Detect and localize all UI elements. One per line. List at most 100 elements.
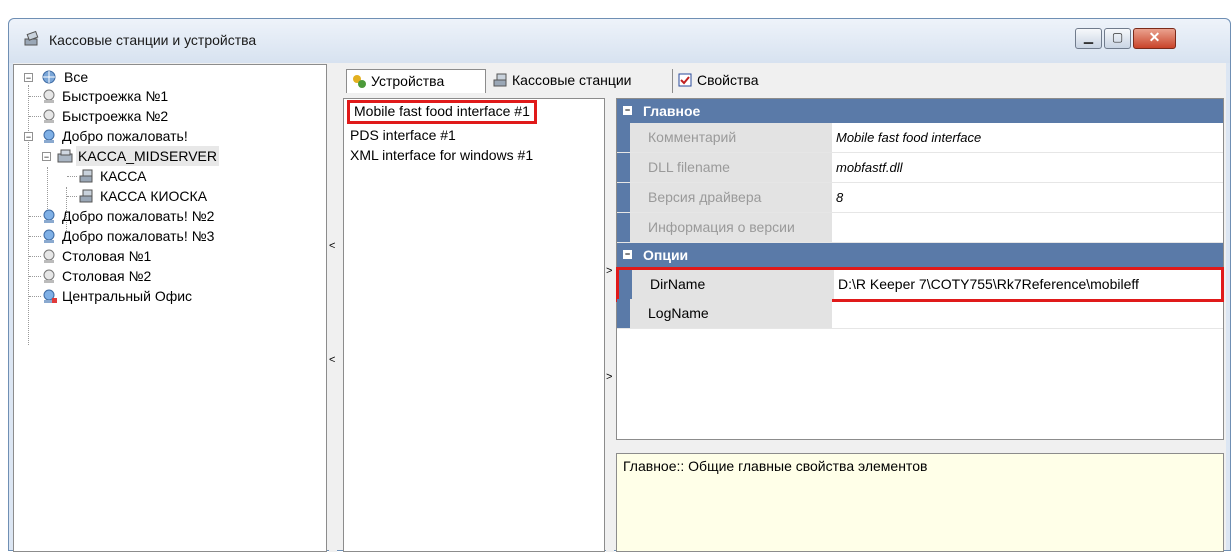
maximize-icon: ▢ — [1111, 30, 1124, 44]
maximize-button[interactable]: ▢ — [1104, 28, 1131, 49]
station-blue-icon — [43, 229, 55, 243]
collapse-toggle[interactable]: − — [42, 152, 51, 162]
collapse-toggle[interactable]: − — [24, 73, 33, 83]
tree-line — [29, 96, 41, 97]
row-gutter — [617, 183, 630, 212]
category-options[interactable]: − Опции — [617, 243, 1223, 267]
tree-line — [47, 167, 48, 213]
property-grid[interactable]: − Главное Комментарий Mobile fast food i… — [616, 98, 1224, 440]
row-gutter — [619, 270, 632, 299]
property-name: DirName — [632, 270, 834, 299]
tab-label: Свойства — [697, 72, 759, 88]
property-row[interactable]: Информация о версии — [617, 213, 1223, 243]
tree-item-label: КАССА КИОСКА — [100, 188, 208, 204]
globe-icon — [42, 70, 56, 84]
property-name: Версия драйвера — [630, 183, 832, 212]
tree-line — [29, 116, 41, 117]
collapse-toggle[interactable]: − — [623, 250, 632, 259]
cash-register-icon — [79, 189, 93, 203]
station-icon — [43, 89, 55, 103]
row-gutter — [617, 123, 630, 152]
property-value[interactable]: mobfastf.dll — [832, 153, 1223, 182]
tree-item-label: Центральный Офис — [62, 288, 193, 304]
expand-right-icon[interactable]: > — [606, 265, 612, 277]
tree-item-label: Добро пожаловать! — [62, 128, 188, 144]
close-icon: ✕ — [1148, 29, 1161, 45]
tab-label: Устройства — [371, 73, 445, 89]
row-gutter — [617, 299, 630, 328]
expand-right-icon[interactable]: > — [606, 371, 612, 383]
tab-properties[interactable]: Свойства — [672, 69, 792, 93]
property-value[interactable]: Mobile fast food interface — [832, 123, 1223, 152]
property-row[interactable]: DirName D:\R Keeper 7\COTY755\Rk7Referen… — [616, 267, 1224, 302]
middle-splitter[interactable]: > > — [606, 98, 614, 552]
collapse-toggle[interactable]: − — [623, 106, 632, 115]
tree-line — [29, 296, 41, 297]
cash-register-icon — [24, 30, 39, 46]
tree-item-label: Все — [64, 69, 89, 85]
property-name: Информация о версии — [630, 213, 832, 242]
property-row[interactable]: LogName — [617, 299, 1223, 329]
property-value[interactable] — [832, 213, 1223, 242]
tree-line — [29, 236, 41, 237]
list-item[interactable]: XML interface for windows #1 — [350, 146, 533, 164]
minimize-icon: ▁ — [1083, 30, 1094, 44]
tree-line — [67, 176, 77, 177]
tab-devices[interactable]: Устройства — [346, 69, 486, 93]
station-blue-icon — [43, 129, 55, 143]
tree-line — [29, 276, 41, 277]
category-main[interactable]: − Главное — [617, 99, 1223, 123]
property-row[interactable]: Версия драйвера 8 — [617, 183, 1223, 213]
server-icon — [57, 149, 73, 163]
property-name: Комментарий — [630, 123, 832, 152]
station-icon — [43, 249, 55, 263]
office-icon — [43, 289, 57, 303]
tree-item-label: KACCA_MIDSERVER — [76, 146, 220, 166]
tab-label: Кассовые станции — [512, 72, 632, 88]
device-list[interactable]: Mobile fast food interface #1 PDS interf… — [343, 98, 605, 552]
property-name: DLL filename — [630, 153, 832, 182]
property-value[interactable]: 8 — [832, 183, 1223, 212]
row-gutter — [617, 213, 630, 242]
property-row[interactable]: DLL filename mobfastf.dll — [617, 153, 1223, 183]
tree-line — [29, 216, 41, 217]
title-bar[interactable]: Кассовые станции и устройства ▁ ▢ ✕ — [9, 19, 1230, 63]
tree-item-label: Добро пожаловать! №2 — [62, 208, 215, 224]
property-name: LogName — [630, 299, 832, 328]
property-row[interactable]: Комментарий Mobile fast food interface — [617, 123, 1223, 153]
devices-icon — [353, 75, 366, 88]
tree-item-label: Столовая №1 — [62, 248, 152, 264]
station-blue-icon — [43, 209, 55, 223]
list-item[interactable]: Mobile fast food interface #1 — [347, 100, 537, 124]
collapse-toggle[interactable]: − — [24, 132, 33, 142]
property-value[interactable] — [832, 299, 1223, 328]
tree-item-label: Быстроежка №2 — [62, 108, 169, 124]
window-title: Кассовые станции и устройства — [49, 32, 257, 48]
cash-register-icon — [493, 73, 507, 87]
tree-item-label: Столовая №2 — [62, 268, 152, 284]
tree-line — [29, 256, 41, 257]
tree-line — [28, 85, 29, 345]
collapse-left-icon[interactable]: < — [329, 354, 335, 366]
cash-register-icon — [79, 169, 93, 183]
tree-line — [67, 196, 77, 197]
left-splitter[interactable]: < < — [329, 64, 337, 552]
tree-item-label: Быстроежка №1 — [62, 88, 169, 104]
row-gutter — [617, 153, 630, 182]
tree-item-label: КАССА — [100, 168, 147, 184]
station-tree[interactable]: − Все Быстроежка №1 Быстроежка №2 − Добр… — [13, 64, 327, 552]
tab-cash-stations[interactable]: Кассовые станции — [488, 69, 670, 93]
tree-item-label: Добро пожаловать! №3 — [62, 228, 215, 244]
close-button[interactable]: ✕ — [1133, 28, 1176, 49]
client-area: − Все Быстроежка №1 Быстроежка №2 − Добр… — [13, 63, 1226, 552]
category-label: Главное — [643, 103, 701, 119]
properties-icon — [678, 73, 692, 87]
property-value[interactable]: D:\R Keeper 7\COTY755\Rk7Reference\mobil… — [834, 270, 1221, 299]
collapse-left-icon[interactable]: < — [329, 240, 335, 252]
list-item[interactable]: PDS interface #1 — [350, 126, 456, 144]
description-panel: Главное:: Общие главные свойства элемент… — [616, 453, 1224, 552]
station-icon — [43, 269, 55, 283]
main-window: Кассовые станции и устройства ▁ ▢ ✕ − Вс… — [8, 18, 1231, 552]
minimize-button[interactable]: ▁ — [1075, 28, 1102, 49]
category-label: Опции — [643, 247, 689, 263]
